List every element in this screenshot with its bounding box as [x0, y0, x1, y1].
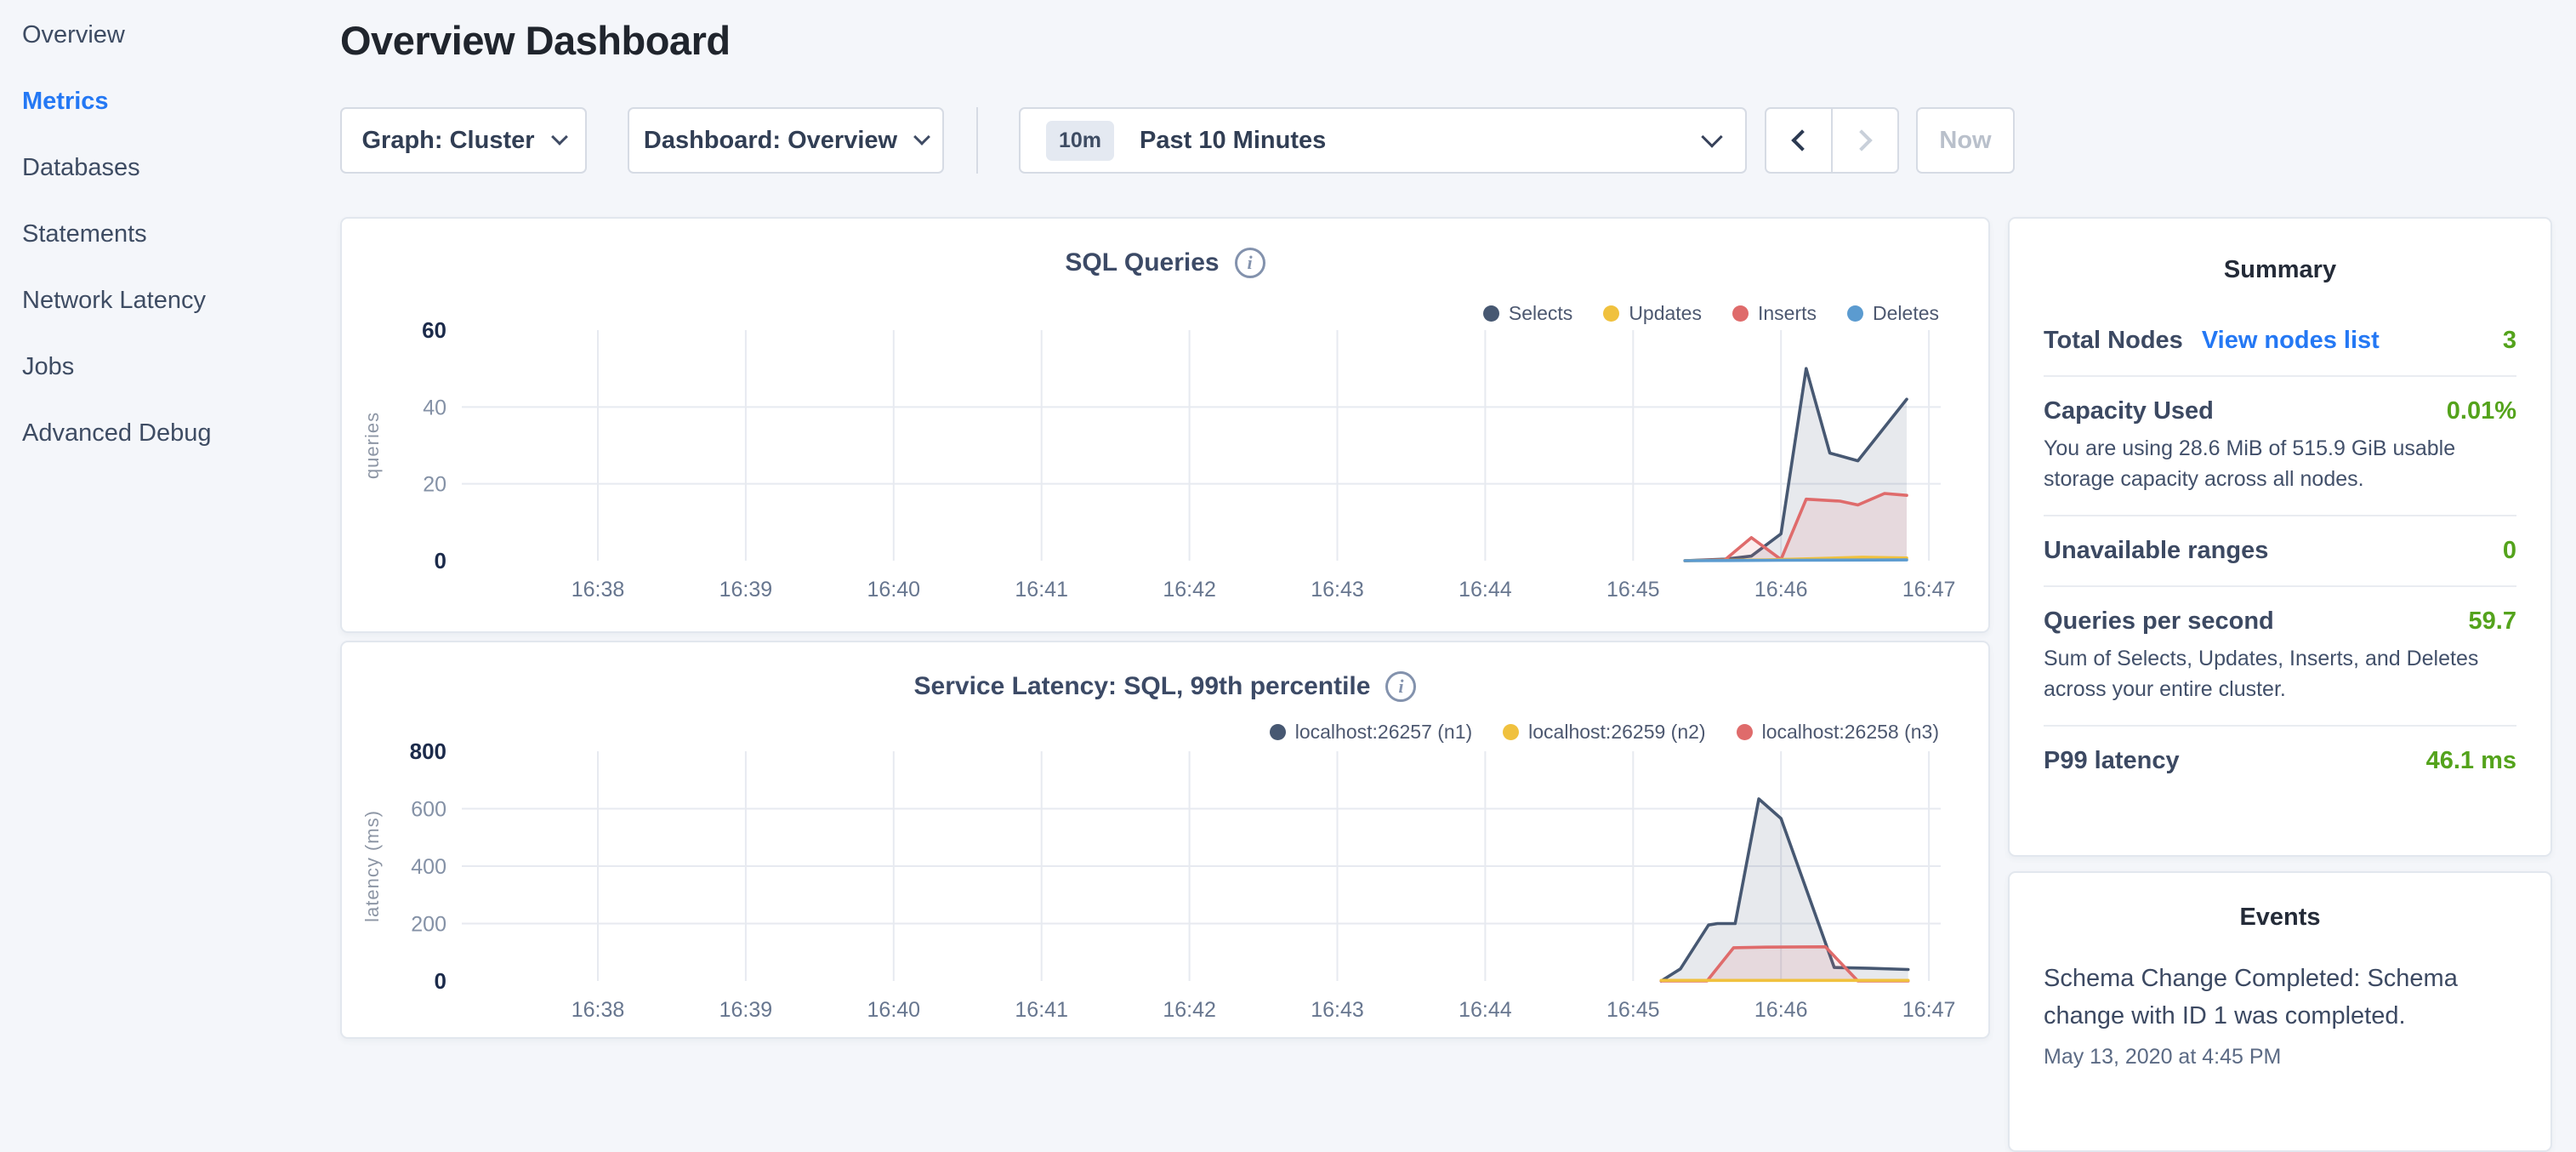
svg-text:16:41: 16:41: [1015, 998, 1068, 1022]
summary-row-caption: You are using 28.6 MiB of 515.9 GiB usab…: [2044, 434, 2516, 494]
next-time-button[interactable]: [1831, 109, 1897, 172]
svg-text:16:39: 16:39: [719, 998, 773, 1022]
sidebar-item-metrics[interactable]: Metrics: [0, 68, 340, 134]
svg-text:16:46: 16:46: [1754, 578, 1808, 602]
summary-row-p99-latency: P99 latency 46.1 ms: [2044, 727, 2516, 796]
events-title: Events: [2044, 904, 2516, 932]
summary-row-label: Total Nodes: [2044, 327, 2183, 355]
chevron-left-icon: [1791, 129, 1812, 151]
chevron-down-icon: [551, 128, 568, 145]
sql-queries-panel: SQL Queries i SelectsUpdatesInsertsDelet…: [340, 217, 1990, 633]
sql-queries-chart: 16:38 16:39 16:40 16:41 16:42 16:43 16:44 16:45…: [342, 219, 1988, 631]
summary-row-unavailable-ranges: Unavailable ranges 0: [2044, 516, 2516, 587]
summary-row-label: Unavailable ranges: [2044, 537, 2268, 565]
svg-text:16:46: 16:46: [1754, 998, 1808, 1022]
service-latency-panel: Service Latency: SQL, 99th percentile i …: [340, 641, 1990, 1039]
summary-title: Summary: [2044, 256, 2516, 284]
summary-row-total-nodes: Total Nodes View nodes list 3: [2044, 306, 2516, 377]
time-step-button-group: [1765, 107, 1899, 174]
svg-text:16:38: 16:38: [571, 998, 625, 1022]
svg-text:latency (ms): latency (ms): [361, 810, 383, 922]
toolbar-divider: [976, 107, 978, 174]
svg-text:16:41: 16:41: [1015, 578, 1068, 602]
dashboard-dropdown[interactable]: Dashboard: Overview: [628, 107, 944, 174]
service-latency-chart: 16:38 16:39 16:40 16:41 16:42 16:43 16:44 16:45…: [342, 642, 1988, 1037]
svg-text:16:40: 16:40: [867, 578, 921, 602]
sidebar-item-databases[interactable]: Databases: [0, 134, 340, 201]
chevron-down-icon: [1701, 126, 1722, 147]
view-nodes-link[interactable]: View nodes list: [2202, 327, 2380, 355]
svg-text:16:45: 16:45: [1606, 998, 1660, 1022]
summary-row-value: 0: [2503, 537, 2516, 565]
summary-panel: Summary Total Nodes View nodes list 3 Ca…: [2008, 217, 2552, 857]
graph-scope-label: Graph: Cluster: [361, 127, 534, 155]
summary-row-label: Queries per second: [2044, 607, 2274, 636]
sidebar-item-advanced-debug[interactable]: Advanced Debug: [0, 400, 340, 466]
svg-text:16:42: 16:42: [1163, 998, 1216, 1022]
chevron-right-icon: [1851, 129, 1872, 151]
svg-text:16:43: 16:43: [1311, 998, 1364, 1022]
events-panel: Events Schema Change Completed: Schema c…: [2008, 871, 2552, 1152]
graph-scope-dropdown[interactable]: Graph: Cluster: [340, 107, 587, 174]
dashboard-dropdown-label: Dashboard: Overview: [644, 127, 897, 155]
summary-row-capacity-used: Capacity Used 0.01% You are using 28.6 M…: [2044, 377, 2516, 516]
sidebar-item-statements[interactable]: Statements: [0, 201, 340, 267]
svg-text:0: 0: [435, 548, 446, 573]
event-timestamp: May 13, 2020 at 4:45 PM: [2044, 1045, 2516, 1069]
summary-row-queries-per-second: Queries per second 59.7 Sum of Selects, …: [2044, 587, 2516, 727]
svg-text:16:43: 16:43: [1311, 578, 1364, 602]
time-window-label: Past 10 Minutes: [1140, 127, 1704, 155]
prev-time-button[interactable]: [1766, 109, 1831, 172]
svg-text:400: 400: [411, 855, 446, 879]
svg-text:20: 20: [423, 473, 446, 497]
summary-row-value: 3: [2503, 327, 2516, 355]
summary-row-caption: Sum of Selects, Updates, Inserts, and De…: [2044, 644, 2516, 704]
svg-text:16:44: 16:44: [1459, 998, 1512, 1022]
event-item[interactable]: Schema Change Completed: Schema change w…: [2044, 961, 2516, 1069]
svg-text:16:39: 16:39: [719, 578, 773, 602]
summary-row-value: 46.1 ms: [2426, 747, 2516, 775]
svg-text:200: 200: [411, 913, 446, 937]
summary-row-label: P99 latency: [2044, 747, 2180, 775]
chevron-down-icon: [913, 128, 930, 145]
svg-text:40: 40: [423, 396, 446, 419]
svg-text:16:40: 16:40: [867, 998, 921, 1022]
svg-text:60: 60: [422, 317, 446, 343]
time-window-badge: 10m: [1046, 121, 1114, 161]
svg-text:16:47: 16:47: [1902, 998, 1956, 1022]
svg-text:600: 600: [411, 798, 446, 822]
svg-text:0: 0: [435, 968, 446, 994]
page-title: Overview Dashboard: [340, 17, 731, 64]
summary-row-label: Capacity Used: [2044, 397, 2214, 425]
now-button[interactable]: Now: [1916, 107, 2015, 174]
svg-text:queries: queries: [361, 412, 383, 479]
sidebar-item-network-latency[interactable]: Network Latency: [0, 267, 340, 334]
sidebar-item-jobs[interactable]: Jobs: [0, 334, 340, 400]
time-range-dropdown[interactable]: 10m Past 10 Minutes: [1019, 107, 1747, 174]
sidebar-item-overview[interactable]: Overview: [0, 2, 340, 68]
svg-text:16:44: 16:44: [1459, 578, 1512, 602]
event-message: Schema Change Completed: Schema change w…: [2044, 961, 2516, 1035]
summary-row-value: 0.01%: [2447, 397, 2516, 425]
svg-text:16:38: 16:38: [571, 578, 625, 602]
sidebar: Overview Metrics Databases Statements Ne…: [0, 0, 340, 466]
svg-text:16:45: 16:45: [1606, 578, 1660, 602]
svg-text:800: 800: [410, 739, 446, 764]
summary-row-value: 59.7: [2469, 607, 2516, 636]
svg-text:16:42: 16:42: [1163, 578, 1216, 602]
svg-text:16:47: 16:47: [1902, 578, 1956, 602]
